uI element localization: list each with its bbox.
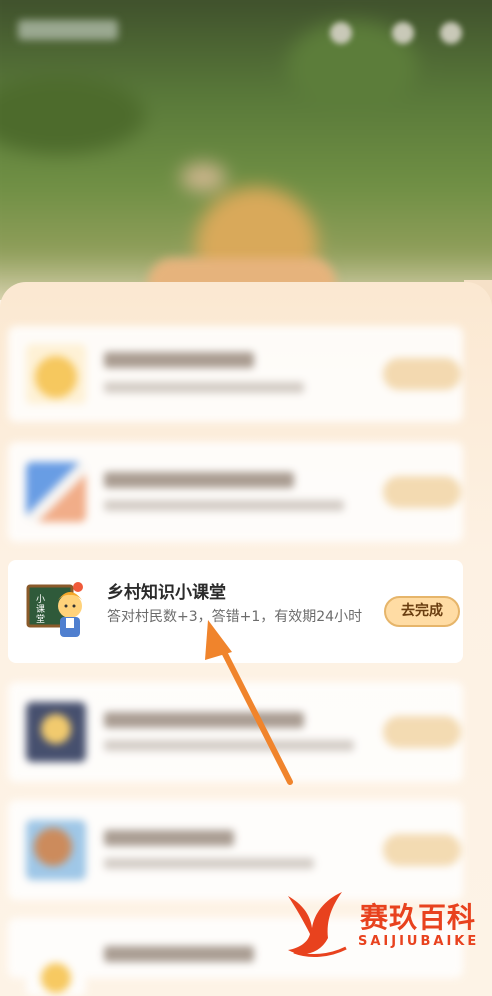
watermark-english: SAIJIUBAIKE <box>358 934 480 949</box>
task-thumbnail <box>26 344 86 404</box>
scene-icon-button[interactable] <box>392 22 414 44</box>
game-scene-background <box>0 0 492 300</box>
go-complete-button[interactable]: 去完成 <box>384 596 460 627</box>
task-thumbnail <box>26 702 86 762</box>
task-desc <box>104 500 344 511</box>
task-title <box>104 712 304 728</box>
task-title <box>104 352 254 368</box>
watermark-chinese: 赛玖百科 <box>360 901 477 934</box>
svg-text:课: 课 <box>36 604 45 615</box>
task-description: 答对村民数+3，答错+1，有效期24小时 <box>107 609 363 625</box>
task-desc <box>104 858 314 869</box>
svg-text:小: 小 <box>36 594 45 605</box>
task-card <box>8 442 463 542</box>
task-action-button[interactable] <box>383 358 461 390</box>
task-card <box>8 682 463 782</box>
scene-close-icon[interactable] <box>440 22 462 44</box>
task-title <box>104 830 234 846</box>
task-card <box>8 800 463 900</box>
task-thumbnail <box>26 936 86 996</box>
svg-text:堂: 堂 <box>36 613 45 625</box>
task-card <box>8 326 463 422</box>
task-title <box>104 472 294 488</box>
task-card-village-class: 小 课 堂 乡村知识小课堂 答对村民数+3，答错+1，有效期24小时 去完成 <box>8 560 463 663</box>
task-desc <box>104 740 354 751</box>
task-title: 乡村知识小课堂 <box>107 583 226 603</box>
task-thumbnail <box>26 820 86 880</box>
task-title <box>104 946 254 962</box>
scene-icon-button[interactable] <box>330 22 352 44</box>
task-action-button[interactable] <box>383 476 461 508</box>
task-thumbnail <box>26 462 86 522</box>
task-desc <box>104 382 304 393</box>
task-action-button[interactable] <box>383 834 461 866</box>
task-action-button[interactable] <box>383 716 461 748</box>
classroom-board-icon: 小 课 堂 <box>26 582 83 637</box>
scene-header-text <box>18 20 118 40</box>
